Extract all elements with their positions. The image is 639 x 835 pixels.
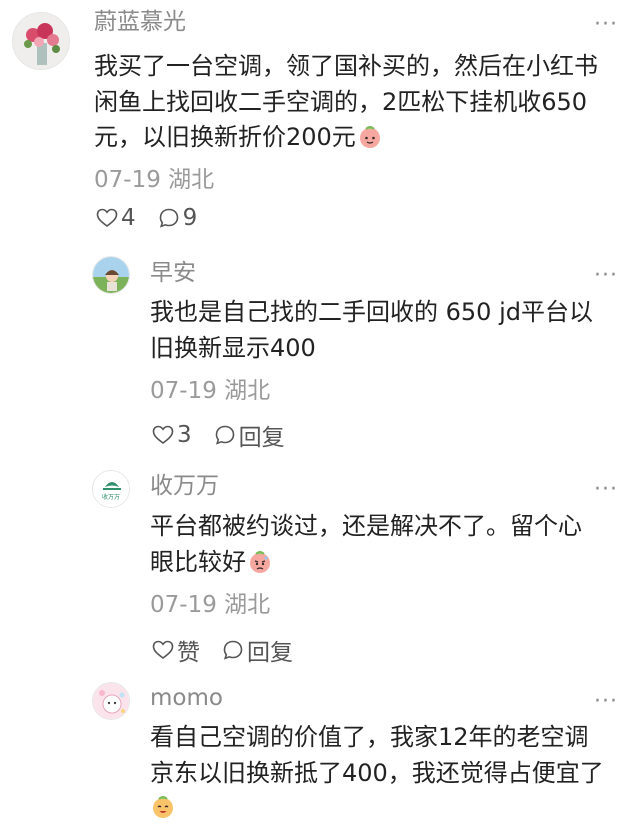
reply-item: momo ··· 看自己空调的价值了，我家12年的老空调 京东以旧换新抵了400… <box>0 670 639 835</box>
speech-bubble-icon <box>159 208 178 228</box>
more-options-icon[interactable]: ··· <box>594 479 618 501</box>
reply-label: 回复 <box>247 640 293 666</box>
comment-actions: 赞 回复 <box>152 633 315 667</box>
date-location: 07-19 湖北 <box>150 592 271 618</box>
username[interactable]: momo <box>150 684 223 712</box>
reply-count: 9 <box>182 205 198 231</box>
avatar-text: 收万万 <box>101 494 120 501</box>
reply-item: 收万万 收万万 ··· 平台都被约谈过，还是解决不了。留个心 眼比较好 07-1… <box>0 455 639 670</box>
like-button[interactable]: 赞 <box>152 633 200 667</box>
date-location: 07-19 湖北 <box>150 378 271 404</box>
username[interactable]: 早安 <box>150 259 196 287</box>
reply-item: 早安 ··· 我也是自己找的二手回收的 650 jd平台以 旧换新显示400 0… <box>0 240 639 455</box>
comment-text: 我买了一台空调，领了国补买的，然后在小红书 闲鱼上找回收二手空调的，2匹松下挂机… <box>94 49 598 160</box>
like-label: 赞 <box>177 640 200 666</box>
username[interactable]: 蔚蓝慕光 <box>94 8 186 36</box>
reply-button[interactable]: 回复 <box>222 633 293 667</box>
reply-button[interactable]: 9 <box>158 205 198 231</box>
comment-text: 我也是自己找的二手回收的 650 jd平台以 旧换新显示400 <box>150 298 593 362</box>
comment-text: 看自己空调的价值了，我家12年的老空调 京东以旧换新抵了400，我还觉得占便宜了 <box>150 720 604 831</box>
like-count: 4 <box>121 205 136 231</box>
avatar[interactable] <box>92 256 130 294</box>
more-options-icon[interactable]: ··· <box>594 265 618 287</box>
comment-text: 平台都被约谈过，还是解决不了。留个心 眼比较好 <box>150 509 582 584</box>
heart-outline-icon <box>152 425 174 444</box>
date-location: 07-19 湖北 <box>94 167 215 193</box>
heart-outline-icon <box>96 208 118 227</box>
avatar[interactable] <box>92 682 130 720</box>
avatar[interactable] <box>12 12 70 70</box>
speech-bubble-icon <box>223 640 243 660</box>
like-button[interactable]: 3 <box>152 422 192 448</box>
reply-label: 回复 <box>238 425 285 451</box>
comment-actions: 4 9 <box>96 205 219 231</box>
more-options-icon[interactable]: ··· <box>594 14 618 36</box>
username[interactable]: 收万万 <box>150 472 219 500</box>
more-options-icon[interactable]: ··· <box>594 691 618 713</box>
avatar[interactable]: 收万万 <box>92 470 130 508</box>
reply-button[interactable]: 回复 <box>214 418 285 452</box>
like-count: 3 <box>177 422 192 448</box>
worried-peach-emoji <box>248 549 272 585</box>
happy-peach-emoji <box>150 794 176 831</box>
heart-outline-icon <box>152 640 174 659</box>
like-button[interactable]: 4 <box>96 205 136 231</box>
peach-face-emoji <box>358 124 382 160</box>
comment-item: 蔚蓝慕光 ··· 我买了一台空调，领了国补买的，然后在小红书 闲鱼上找回收二手空… <box>0 0 639 240</box>
speech-bubble-icon <box>215 425 234 445</box>
comment-actions: 3 回复 <box>152 418 307 452</box>
